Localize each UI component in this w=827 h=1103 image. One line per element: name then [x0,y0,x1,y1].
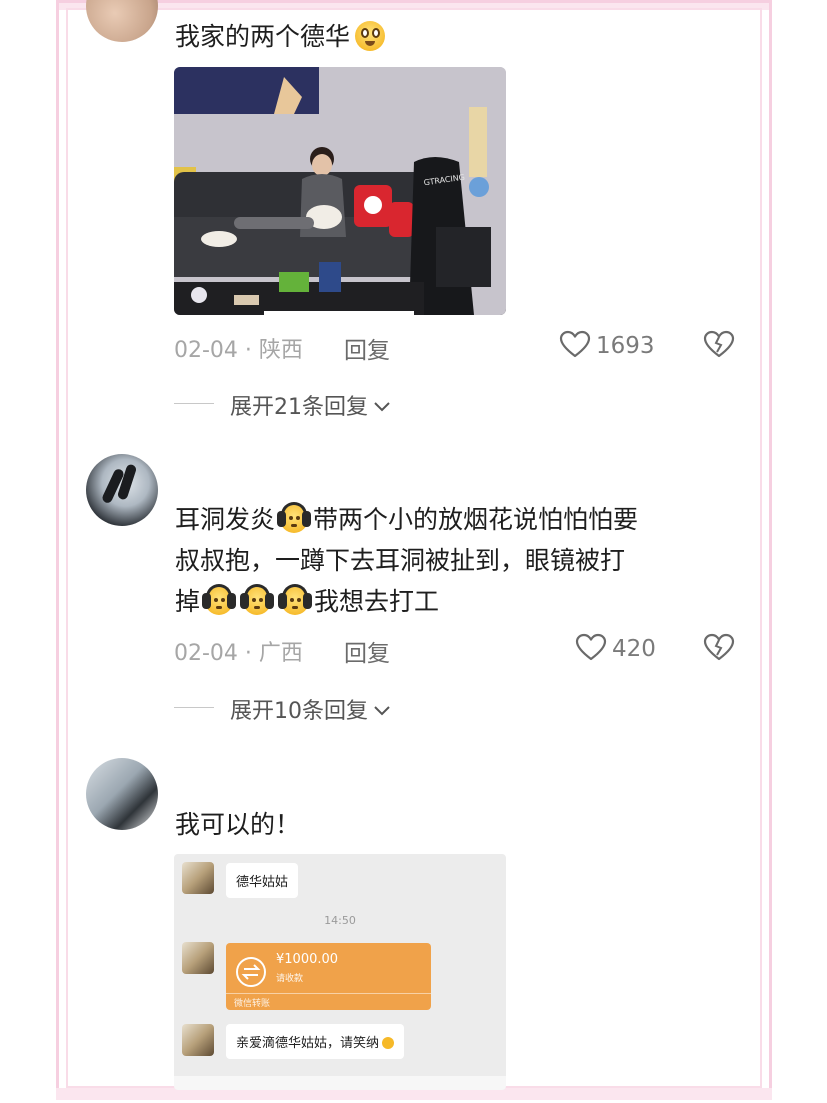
comment-text: 我可以的！ [175,810,301,839]
divider [226,993,431,994]
divider [174,403,214,404]
chat-avatar [182,942,214,974]
dislike-button[interactable] [703,330,735,362]
chat-input-bar [174,1076,506,1090]
like-count: 420 [612,636,656,662]
chat-avatar [182,862,214,894]
comment-meta: 02-04 · 陕西 [174,338,303,363]
headphone-face-emoji [276,502,312,534]
chat-bubble: 德华姑姑 [226,863,299,898]
like-button[interactable]: 420 [575,633,656,662]
comment-meta: 02-04 · 广西 [174,641,303,666]
teary-face-emoji [351,19,389,51]
transfer-card[interactable]: ¥1000.00 请收款 微信转账 [226,943,431,1010]
broken-heart-icon [703,330,735,358]
expand-replies[interactable]: 展开10条回复 [230,693,392,725]
comment-photo[interactable]: GTRACING [174,67,506,315]
expand-label: 展开10条回复 [230,699,368,724]
transfer-note: 请收款 [276,974,304,984]
like-button[interactable]: 1693 [559,330,655,359]
headphone-face-emoji [277,584,313,616]
headphone-face-emoji [201,584,237,616]
reply-button[interactable]: 回复 [344,634,390,668]
chat-avatar [182,1024,214,1056]
dislike-button[interactable] [703,633,735,665]
expand-replies[interactable]: 展开21条回复 [230,389,392,421]
chat-time: 14:50 [324,914,356,927]
photo-illustration: GTRACING [174,67,506,315]
headphone-face-emoji [239,584,275,616]
transfer-footer: 微信转账 [234,999,271,1009]
chevron-down-icon [374,402,390,412]
reply-button[interactable]: 回复 [344,331,390,365]
avatar[interactable] [86,454,158,526]
heart-icon [559,330,591,358]
transfer-amount: ¥1000.00 [276,952,339,967]
heart-icon [575,633,607,661]
like-count: 1693 [596,333,655,359]
chevron-down-icon [374,706,390,716]
expand-label: 展开21条回复 [230,395,368,420]
chat-bubble: 亲爱滴德华姑姑，请笑纳 [226,1024,405,1059]
divider [174,707,214,708]
transfer-icon [236,957,266,987]
emoji-icon [382,1037,395,1049]
broken-heart-icon [703,633,735,661]
comment-text: 我家的两个德华 [175,16,745,57]
comment-text: 耳洞发炎 带两个小的放烟花说怕怕怕要 叔叔抱，一蹲下去耳洞被扯到，眼镜被打掉我想去打… [175,499,745,622]
avatar[interactable] [86,758,158,830]
